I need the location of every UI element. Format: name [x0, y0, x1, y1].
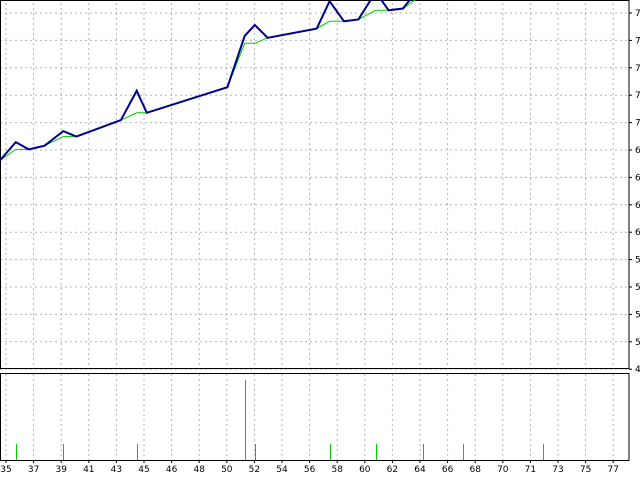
- y-tick-label: 6: [635, 228, 640, 238]
- x-tick-label: 77: [607, 465, 618, 475]
- y-tick-label: 4: [635, 365, 640, 375]
- y-tick-label: 5: [635, 338, 640, 348]
- x-tick-label: 48: [193, 465, 205, 475]
- y-tick-label: 7: [635, 9, 640, 19]
- x-tick-label: 50: [221, 465, 233, 475]
- volume-panel-grid: [5, 374, 614, 460]
- y-tick-label: 5: [635, 256, 640, 266]
- volume-bars: [16, 380, 544, 460]
- y-tick-label: 5: [635, 310, 640, 320]
- x-tick-label: 43: [111, 465, 122, 475]
- x-tick-label: 54: [276, 465, 288, 475]
- y-tick-label: 6: [635, 201, 640, 211]
- x-tick-label: 64: [414, 465, 426, 475]
- x-tick-label: 71: [525, 465, 536, 475]
- x-tick-label: 58: [331, 465, 343, 475]
- x-tick-label: 68: [469, 465, 481, 475]
- x-tick-label: 56: [304, 465, 316, 475]
- x-tick-label: 35: [0, 465, 11, 475]
- x-tick-label: 45: [138, 465, 149, 475]
- y-axis: 7 7 7 7 7 6 6 6 6 5 5 5 5 4: [629, 9, 640, 375]
- x-tick-label: 73: [552, 465, 563, 475]
- x-tick-label: 62: [387, 465, 398, 475]
- x-tick-label: 41: [83, 465, 94, 475]
- volume-panel-border: [0, 373, 630, 461]
- y-tick-label: 7: [635, 64, 640, 74]
- main-panel-grid: [0, 3, 629, 370]
- main-series-line: [0, 0, 411, 162]
- chart-canvas: 35 37 39 41 43 45 46 48 50 52 54 56 58 60 62 64 66 68 70 71…: [0, 0, 640, 475]
- signal-series-line: [0, 0, 416, 161]
- main-panel-border: [0, 0, 630, 369]
- y-tick-label: 6: [635, 173, 640, 183]
- chart-frame: [0, 0, 630, 461]
- x-tick-label: 66: [442, 465, 454, 475]
- x-tick-label: 75: [580, 465, 591, 475]
- x-axis: 35 37 39 41 43 45 46 48 50 52 54 56 58 60 62 64 66 68 70 71…: [0, 460, 619, 475]
- y-tick-label: 7: [635, 91, 640, 101]
- y-tick-label: 6: [635, 146, 640, 156]
- x-tick-label: 46: [166, 465, 178, 475]
- x-tick-label: 60: [359, 465, 371, 475]
- x-tick-label: 70: [497, 465, 509, 475]
- x-tick-label: 37: [28, 465, 39, 475]
- y-tick-label: 7: [635, 119, 640, 129]
- y-tick-label: 7: [635, 36, 640, 46]
- y-tick-label: 5: [635, 283, 640, 293]
- x-tick-label: 52: [249, 465, 260, 475]
- main-series: [0, 0, 416, 162]
- x-tick-label: 39: [55, 465, 67, 475]
